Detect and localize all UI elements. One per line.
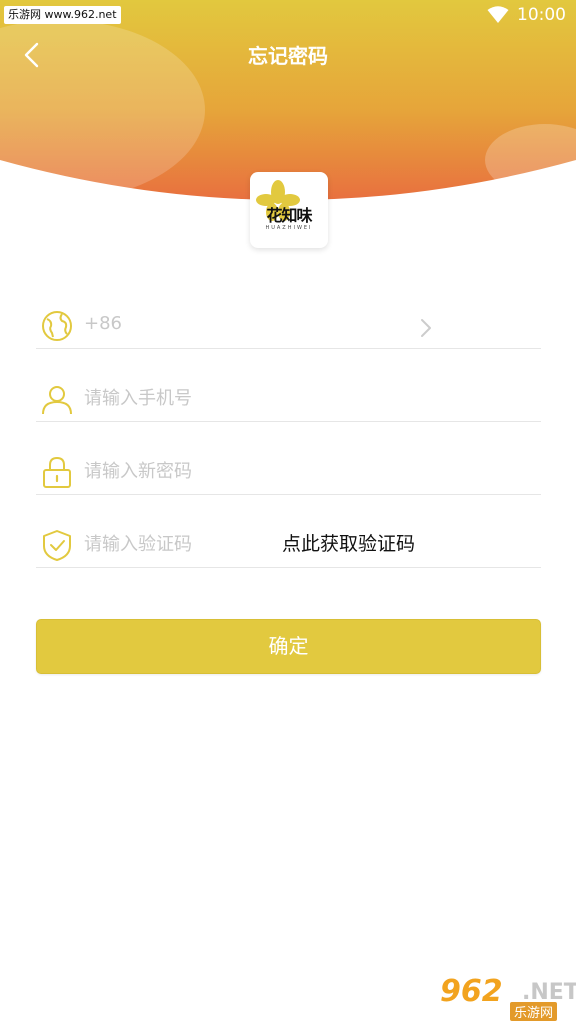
watermark-cn: 乐游网 bbox=[510, 1002, 558, 1021]
top-watermark: 乐游网 www.962.net bbox=[4, 6, 121, 24]
country-code[interactable]: +86 bbox=[84, 309, 122, 339]
phone-row bbox=[36, 370, 541, 422]
country-code-row[interactable]: +86 bbox=[36, 297, 541, 349]
page-title: 忘记密码 bbox=[248, 44, 328, 68]
verification-code-row: 点此获取验证码 bbox=[36, 516, 541, 568]
wifi-icon bbox=[487, 6, 509, 23]
chevron-right-icon[interactable] bbox=[418, 317, 434, 339]
status-bar: 10:00 bbox=[487, 4, 566, 26]
watermark-number: 962 bbox=[440, 974, 503, 1009]
phone-input[interactable] bbox=[84, 382, 404, 414]
logo-subtext: HUAZHIWEI bbox=[265, 225, 313, 231]
globe-icon bbox=[42, 311, 72, 341]
get-code-button[interactable]: 点此获取验证码 bbox=[282, 528, 415, 560]
user-icon bbox=[42, 386, 72, 415]
logo-text: 花知味 bbox=[266, 206, 312, 225]
shield-check-icon bbox=[43, 530, 71, 561]
confirm-button[interactable]: 确定 bbox=[36, 619, 541, 674]
bottom-watermark: 962 .NET 乐游网 bbox=[436, 974, 576, 1021]
new-password-input[interactable] bbox=[84, 455, 404, 487]
verification-code-input[interactable] bbox=[84, 528, 264, 560]
lock-icon bbox=[43, 456, 71, 488]
password-row bbox=[36, 443, 541, 495]
status-time: 10:00 bbox=[517, 5, 566, 25]
app-logo: 花知味 HUAZHIWEI bbox=[250, 172, 328, 248]
